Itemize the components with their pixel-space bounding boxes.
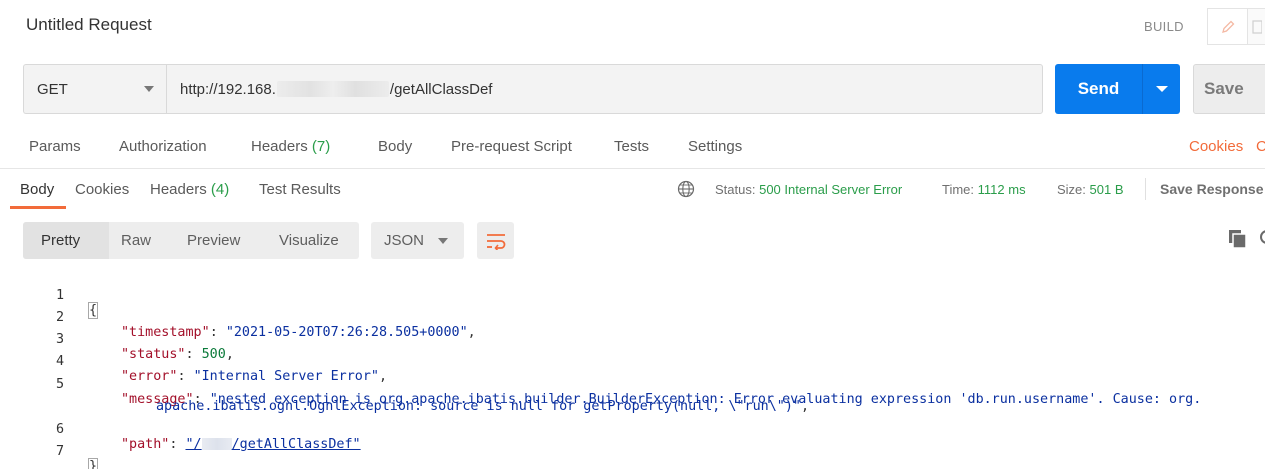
- format-select[interactable]: JSON: [371, 222, 464, 259]
- document-icon: [1252, 19, 1262, 34]
- view-visualize-button[interactable]: Visualize: [279, 222, 339, 259]
- globe-icon[interactable]: [677, 180, 695, 198]
- headers-count: (7): [311, 138, 331, 155]
- divider: [0, 168, 1265, 169]
- response-tab-test-results[interactable]: Test Results: [259, 181, 341, 198]
- code-line: 4 "error": "Internal Server Error",: [0, 339, 1265, 384]
- time-value[interactable]: 1112 ms: [978, 182, 1026, 197]
- redacted-mask: [276, 81, 389, 97]
- save-response-button[interactable]: Save Response: [1160, 181, 1264, 197]
- response-tab-cookies[interactable]: Cookies: [75, 181, 129, 198]
- send-options-button[interactable]: [1142, 64, 1180, 114]
- tab-headers-label: Headers: [251, 138, 308, 155]
- code-link-clipped[interactable]: C: [1256, 138, 1265, 155]
- build-mode-label[interactable]: BUILD: [1144, 19, 1184, 34]
- status-label: Status:: [715, 182, 756, 197]
- time-label: Time:: [942, 182, 975, 197]
- url-prefix: http://192.168.: [180, 80, 276, 98]
- divider: [1145, 178, 1146, 200]
- code-line: 3 "status": 500,: [0, 317, 1265, 362]
- url-input[interactable]: http://192.168. /getAllClassDef: [166, 64, 1043, 114]
- size-readout: Size: 501 B: [1057, 182, 1124, 197]
- close-brace: }: [87, 458, 99, 469]
- view-raw-button[interactable]: Raw: [121, 222, 151, 259]
- code-line: 2 "timestamp": "2021-05-20T07:26:28.505+…: [0, 295, 1265, 340]
- code-line: 5 "message": "nested exception is org.ap…: [0, 362, 1265, 407]
- tab-params[interactable]: Params: [29, 138, 81, 155]
- chevron-down-icon: [438, 238, 448, 244]
- active-tab-indicator: [10, 206, 66, 209]
- view-pretty-button[interactable]: Pretty: [23, 222, 109, 259]
- tab-headers[interactable]: Headers (7): [251, 138, 330, 155]
- code-line: 6 "path": "//getAllClassDef": [0, 407, 1265, 452]
- method-value: GET: [37, 80, 68, 98]
- format-value: JSON: [384, 232, 425, 249]
- status-readout: Status: 500 Internal Server Error: [715, 182, 902, 197]
- response-headers-label: Headers: [150, 181, 207, 198]
- pencil-icon: [1221, 20, 1234, 33]
- cookies-link[interactable]: Cookies: [1189, 138, 1243, 155]
- search-icon[interactable]: [1259, 229, 1265, 249]
- documentation-button[interactable]: [1247, 8, 1265, 45]
- tab-authorization[interactable]: Authorization: [119, 138, 207, 155]
- method-select[interactable]: GET: [23, 64, 166, 114]
- response-tab-body[interactable]: Body: [20, 181, 54, 198]
- tab-settings[interactable]: Settings: [688, 138, 742, 155]
- tab-tests[interactable]: Tests: [614, 138, 649, 155]
- status-value[interactable]: 500 Internal Server Error: [759, 182, 902, 197]
- copy-icon[interactable]: [1228, 229, 1248, 249]
- view-mode-group: Pretty Raw Preview Visualize: [23, 222, 359, 259]
- size-value[interactable]: 501 B: [1090, 182, 1124, 197]
- wrap-lines-icon: [486, 233, 505, 250]
- tab-pre-request-script[interactable]: Pre-request Script: [451, 138, 572, 155]
- response-headers-count: (4): [210, 181, 230, 198]
- time-readout: Time: 1112 ms: [942, 182, 1026, 197]
- response-tab-headers[interactable]: Headers (4): [150, 181, 229, 198]
- wrap-lines-button[interactable]: [477, 222, 514, 259]
- line-number: 7: [55, 444, 64, 459]
- save-button[interactable]: Save: [1193, 64, 1265, 114]
- view-preview-button[interactable]: Preview: [187, 222, 240, 259]
- chevron-down-icon: [144, 86, 154, 92]
- code-line: 1 {: [0, 273, 1265, 319]
- send-button[interactable]: Send: [1055, 64, 1142, 114]
- request-title[interactable]: Untitled Request: [26, 15, 152, 35]
- tab-body[interactable]: Body: [378, 138, 412, 155]
- code-line-wrapped: apache.ibatis.ognl.OgnlException: source…: [156, 399, 810, 414]
- size-label: Size:: [1057, 182, 1086, 197]
- code-line: 7 }: [0, 429, 1265, 469]
- chevron-down-icon: [1156, 86, 1168, 92]
- edit-button[interactable]: [1207, 8, 1247, 45]
- url-suffix: /getAllClassDef: [389, 80, 493, 98]
